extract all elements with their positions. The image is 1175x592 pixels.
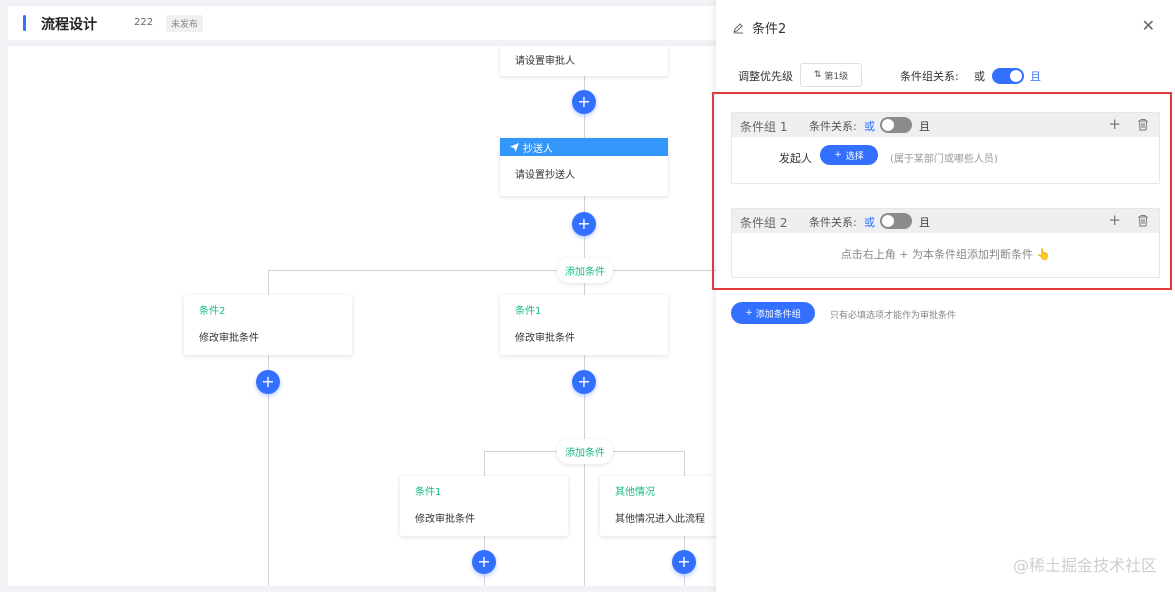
condition-relation-or: 或 (864, 216, 875, 229)
watermark: @稀土掘金技术社区 (1012, 556, 1157, 575)
plus-icon: + (745, 308, 753, 318)
edit-icon[interactable] (732, 22, 744, 34)
condition-node[interactable]: 条件2 修改审批条件 (184, 295, 352, 355)
condition-relation-or: 或 (864, 120, 875, 133)
drawer-header: 条件2 (732, 18, 786, 37)
add-condition-button[interactable]: 添加条件 (557, 258, 613, 283)
condition-group-header: 条件组 2 条件关系: 或 且 + (732, 209, 1159, 233)
plus-icon: + (834, 150, 842, 160)
condition-text: 修改审批条件 (199, 333, 259, 344)
condition-node[interactable]: 条件1 修改审批条件 (400, 476, 568, 536)
add-condition-group-button[interactable]: + 添加条件组 (731, 302, 815, 324)
select-button-label: 选择 (845, 151, 864, 162)
select-initiator-button[interactable]: + 选择 (820, 145, 878, 165)
connector-line (268, 270, 723, 271)
condition-group-title: 条件组 1 (740, 120, 788, 134)
plus-icon[interactable]: + (1108, 115, 1121, 133)
add-node-button[interactable]: + (572, 370, 596, 394)
condition-title: 条件2 (199, 306, 226, 317)
condition-group-1: 条件组 1 条件关系: 或 且 + 发起人 + 选择 (属于某部门或哪些人员) (731, 112, 1160, 184)
empty-group-hint: 点击右上角 + 为本条件组添加判断条件 👆 (840, 248, 1051, 261)
sort-icon: ⇅ (813, 70, 822, 80)
add-condition-button[interactable]: 添加条件 (557, 439, 613, 464)
send-icon (510, 142, 519, 152)
condition-group-2: 条件组 2 条件关系: 或 且 + 点击右上角 + 为本条件组添加判断条件 👆 (731, 208, 1160, 278)
add-node-button[interactable]: + (256, 370, 280, 394)
condition-drawer: 条件2 ✕ 调整优先级 ⇅ 第1级 条件组关系: 或 且 条件组 1 条件关系:… (712, 0, 1175, 592)
trash-icon[interactable] (1137, 214, 1149, 227)
cc-node-label: 抄送人 (523, 143, 553, 155)
add-node-button[interactable]: + (672, 550, 696, 574)
condition-node[interactable]: 条件1 修改审批条件 (500, 295, 668, 355)
add-group-label: 添加条件组 (755, 309, 801, 320)
condition-relation-and: 且 (919, 216, 930, 229)
approver-node[interactable]: 请设置审批人 (500, 46, 668, 76)
priority-select[interactable]: ⇅ 第1级 (800, 63, 862, 87)
condition-title: 条件1 (515, 306, 542, 317)
condition-relation-label: 条件关系: (809, 216, 857, 229)
condition-node-other[interactable]: 其他情况 其他情况进入此流程 (600, 476, 723, 536)
approver-node-text: 请设置审批人 (515, 56, 575, 67)
status-badge: 未发布 (166, 15, 204, 32)
page-title: 流程设计 (41, 17, 97, 33)
toggle-knob (882, 119, 894, 131)
toggle-knob (1010, 70, 1022, 82)
initiator-label: 发起人 (779, 152, 812, 165)
group-relation-or: 或 (974, 70, 985, 83)
toggle-knob (882, 215, 894, 227)
condition-group-title: 条件组 2 (740, 216, 788, 230)
condition-text: 修改审批条件 (515, 333, 575, 344)
group-relation-and: 且 (1030, 70, 1041, 83)
trash-icon[interactable] (1137, 118, 1149, 131)
cc-node[interactable]: 抄送人 请设置抄送人 (500, 138, 668, 196)
cc-node-header: 抄送人 (500, 138, 668, 156)
add-group-hint: 只有必填选项才能作为审批条件 (830, 311, 957, 321)
add-node-button[interactable]: + (472, 550, 496, 574)
condition-relation-toggle[interactable] (880, 213, 912, 229)
select-hint: (属于某部门或哪些人员) (890, 154, 998, 165)
condition-title: 其他情况 (615, 487, 655, 498)
condition-relation-toggle[interactable] (880, 117, 912, 133)
condition-relation-and: 且 (919, 120, 930, 133)
version-number: 222 (134, 17, 154, 28)
add-node-button[interactable]: + (572, 90, 596, 114)
header-bar: 流程设计 222 未发布 (8, 6, 728, 40)
condition-title: 条件1 (415, 487, 442, 498)
condition-relation-label: 条件关系: (809, 120, 857, 133)
priority-label: 调整优先级 (738, 70, 793, 83)
flow-canvas: 请设置审批人 + 抄送人 请设置抄送人 + 添加条件 条件2 修改审批条件 条件… (8, 46, 723, 586)
add-node-button[interactable]: + (572, 212, 596, 236)
condition-text: 其他情况进入此流程 (615, 514, 705, 525)
condition-group-header: 条件组 1 条件关系: 或 且 + (732, 113, 1159, 137)
drawer-title: 条件2 (752, 22, 787, 37)
close-icon[interactable]: ✕ (1142, 16, 1155, 35)
condition-text: 修改审批条件 (415, 514, 475, 525)
cc-node-text: 请设置抄送人 (515, 170, 575, 181)
plus-icon[interactable]: + (1108, 211, 1121, 229)
priority-value: 第1级 (824, 71, 849, 82)
title-accent (23, 15, 26, 31)
group-relation-toggle[interactable] (992, 68, 1024, 84)
group-relation-label: 条件组关系: (900, 70, 959, 83)
